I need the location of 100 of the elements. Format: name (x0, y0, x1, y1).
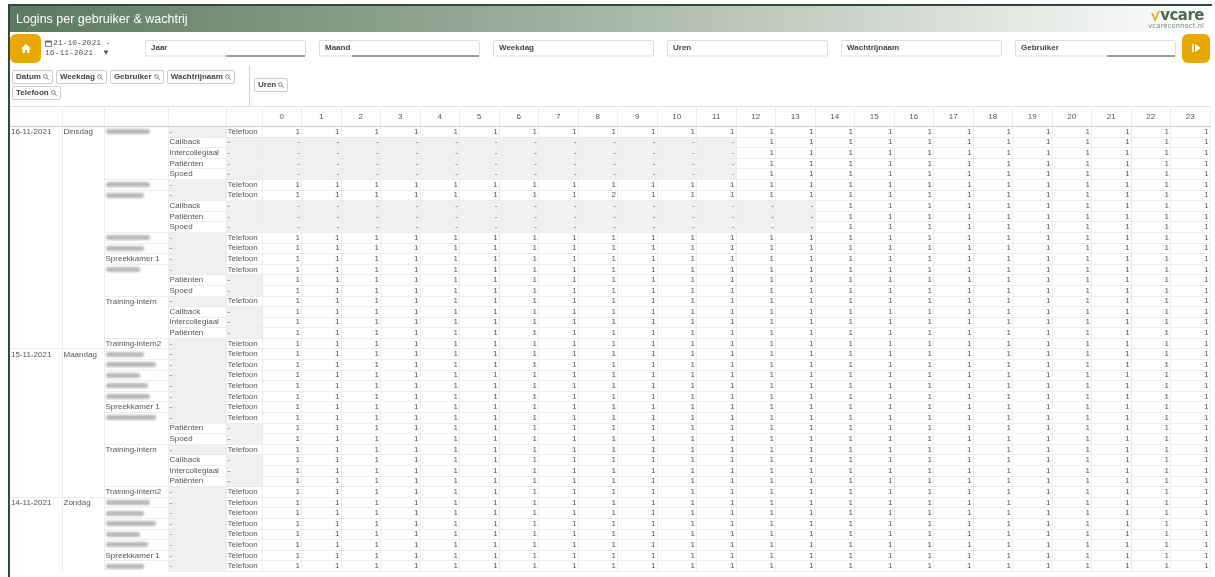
search-chip[interactable]: Datum (12, 70, 53, 84)
table-cell: 1 (499, 465, 539, 477)
table-cell: 1 (657, 550, 697, 561)
table-cell: 1 (499, 296, 539, 307)
table-cell: 1 (1012, 158, 1052, 169)
filter-field[interactable]: Maand (319, 39, 480, 57)
dropdown-caret[interactable]: ▼ (102, 48, 110, 58)
table-cell: 1 (696, 348, 736, 360)
table-cell: 1 (380, 327, 420, 339)
table-cell: 1 (736, 147, 776, 159)
column-header: 8 (578, 106, 618, 127)
table-cell: 1 (617, 317, 657, 328)
table-cell: 1 (657, 433, 697, 445)
table-cell: 1 (736, 168, 776, 180)
table-cell: - (657, 168, 697, 180)
table-cell: Telefoon (226, 126, 262, 138)
search-chip[interactable]: Gebruiker (109, 70, 164, 84)
search-chip[interactable]: Weekdag (55, 70, 107, 84)
table-cell: 1 (1131, 232, 1171, 244)
table-cell: 1 (617, 232, 657, 244)
table-cell: 1 (459, 296, 499, 307)
table-cell: 1 (775, 529, 815, 540)
table-cell: Training-intern2 (104, 338, 168, 349)
table-cell: 1 (933, 433, 973, 445)
table-cell: 1 (301, 550, 341, 561)
table-cell: 1 (301, 476, 341, 487)
search-icon (42, 74, 49, 80)
table-cell: 1 (657, 454, 697, 466)
table-cell: 1 (657, 232, 697, 244)
table-cell: 1 (1170, 497, 1210, 508)
filter-field[interactable]: Uren (667, 39, 828, 57)
table-cell: 1 (341, 423, 381, 434)
table-cell: Telefoon (226, 179, 262, 191)
table-cell: 1 (696, 327, 736, 339)
table-cell: 1 (1091, 529, 1131, 540)
table-cell: 1 (262, 412, 302, 424)
table-cell: 1 (1170, 190, 1210, 201)
table-cell: 1 (459, 190, 499, 201)
table-cell: - (341, 221, 381, 233)
table-cell: 1 (696, 412, 736, 424)
table-cell: - (168, 380, 226, 392)
table-cell: 1 (301, 327, 341, 339)
next-button[interactable] (1182, 33, 1210, 63)
search-icon (153, 74, 160, 80)
table-cell: 1 (854, 179, 894, 191)
table-cell: 1 (736, 158, 776, 169)
search-chip[interactable]: Uren (254, 78, 289, 92)
table-cell: 1 (1012, 147, 1052, 159)
table-cell: 1 (657, 444, 697, 455)
search-chip[interactable]: Wachtrijnaam (166, 70, 235, 84)
table-cell: Patiënten (168, 211, 226, 222)
table-cell: 1 (736, 433, 776, 445)
table-cell: 1 (262, 465, 302, 477)
table-cell: - (617, 158, 657, 169)
table-cell: 1 (1012, 550, 1052, 561)
table-cell: - (578, 221, 618, 233)
table-cell: 1 (1052, 211, 1092, 222)
table-cell: 1 (1170, 454, 1210, 466)
table-cell: 1 (775, 380, 815, 392)
table-cell: 1 (973, 232, 1013, 244)
filter-field[interactable]: Wachtrijnaam (841, 39, 1002, 57)
table-cell: 1 (499, 391, 539, 402)
filter-field[interactable]: Jaar (145, 39, 306, 57)
table-cell: 1 (1012, 359, 1052, 371)
column-header: 19 (1012, 106, 1052, 127)
table-cell: 16-11-2021 (10, 126, 62, 138)
table-cell: - (657, 137, 697, 148)
filter-field[interactable]: Weekdag (493, 39, 654, 57)
table-cell: 1 (894, 126, 934, 138)
table-cell: Telefoon (226, 412, 262, 424)
table-cell: 1 (854, 338, 894, 349)
table-cell: 1 (380, 317, 420, 328)
table-cell: 1 (1091, 158, 1131, 169)
table-cell: - (168, 560, 226, 572)
table-cell: 1 (1012, 486, 1052, 498)
table-cell: 1 (499, 560, 539, 572)
table-cell: Telefoon (226, 539, 262, 551)
table-cell: 1 (1012, 327, 1052, 339)
table-cell: 1 (499, 539, 539, 551)
table-cell: - (301, 158, 341, 169)
table-cell: 1 (262, 486, 302, 498)
table-cell: 1 (380, 296, 420, 307)
table-cell: 1 (657, 539, 697, 551)
table-cell: 1 (1012, 274, 1052, 286)
table-cell: Training-intern (104, 444, 168, 455)
table-cell: Telefoon (226, 264, 262, 275)
filter-field[interactable]: Gebruiker (1015, 39, 1176, 57)
table-cell: Callback (168, 306, 226, 318)
search-chip[interactable]: Telefoon (12, 86, 61, 100)
home-button[interactable] (10, 33, 41, 63)
table-cell: 1 (262, 550, 302, 561)
table-cell: 1 (933, 486, 973, 498)
table-cell: 1 (380, 264, 420, 275)
table-cell: 1 (617, 306, 657, 318)
table-cell: 1 (1052, 529, 1092, 540)
table-cell: 1 (854, 412, 894, 424)
table-cell: 1 (262, 179, 302, 191)
table-cell: Telefoon (226, 518, 262, 530)
table-cell: 1 (380, 190, 420, 201)
table-cell: 1 (894, 306, 934, 318)
